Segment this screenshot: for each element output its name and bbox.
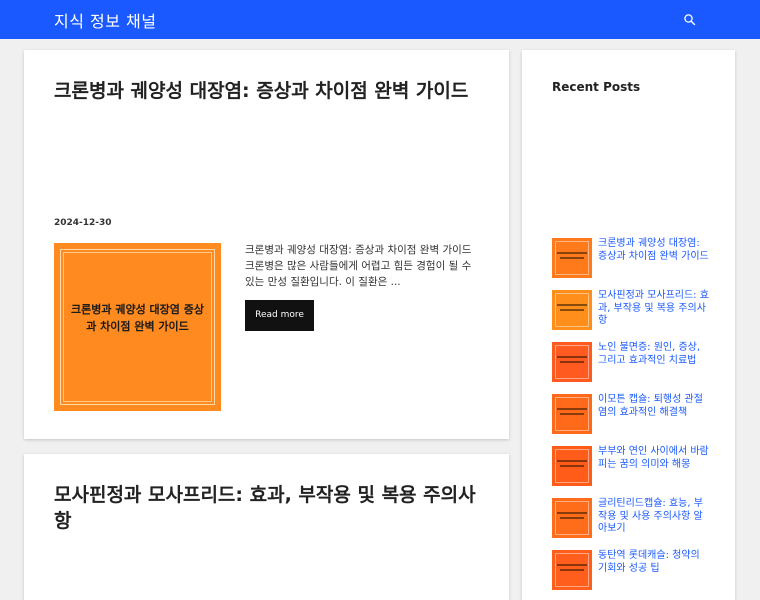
recent-post-item[interactable]: 모사핀정과 모사프리드: 효과, 부작용 및 복용 주의사항 [552,290,722,336]
recent-post-title[interactable]: 부부와 연인 사이에서 바람피는 꿈의 의미와 해몽 [598,446,710,471]
post-card: 크론병과 궤양성 대장염: 증상과 차이점 완벽 가이드 2024-12-30 … [24,50,509,439]
site-header: 지식 정보 채널 [0,0,760,39]
recent-post-item[interactable]: 이모튼 캡슐: 퇴행성 관절염의 효과적인 해결책 [552,394,722,440]
post-card: 모사핀정과 모사프리드: 효과, 부작용 및 복용 주의사항 [24,454,509,600]
sidebar: Recent Posts 크론병과 궤양성 대장염: 증상과 차이점 완벽 가이… [522,50,735,600]
search-icon[interactable] [683,12,697,26]
recent-post-thumbnail[interactable] [552,238,592,278]
recent-post-title[interactable]: 노인 불면증: 원인, 증상, 그리고 효과적인 치료법 [598,342,710,367]
post-title[interactable]: 모사핀정과 모사프리드: 효과, 부작용 및 복용 주의사항 [54,482,484,534]
recent-post-thumbnail[interactable] [552,342,592,382]
recent-post-item[interactable]: 동탄역 롯데캐슬: 청약의 기회와 성공 팁 [552,550,722,596]
thumbnail-text: 크론병과 궤양성 대장염 증상과 차이점 완벽 가이드 [71,303,204,333]
recent-post-title[interactable]: 모사핀정과 모사프리드: 효과, 부작용 및 복용 주의사항 [598,290,710,328]
recent-post-item[interactable]: 노인 불면증: 원인, 증상, 그리고 효과적인 치료법 [552,342,722,388]
recent-post-item[interactable]: 글리틴리드캡슐: 효능, 부작용 및 사용 주의사항 알아보기 [552,498,722,544]
recent-posts-heading: Recent Posts [552,80,641,94]
read-more-button[interactable]: Read more [245,300,314,331]
post-thumbnail[interactable]: 크론병과 궤양성 대장염 증상과 차이점 완벽 가이드 [54,243,221,411]
recent-post-thumbnail[interactable] [552,394,592,434]
recent-post-item[interactable]: 부부와 연인 사이에서 바람피는 꿈의 의미와 해몽 [552,446,722,492]
recent-post-thumbnail[interactable] [552,498,592,538]
recent-post-title[interactable]: 이모튼 캡슐: 퇴행성 관절염의 효과적인 해결책 [598,394,710,419]
recent-post-thumbnail[interactable] [552,290,592,330]
recent-post-title[interactable]: 크론병과 궤양성 대장염: 증상과 차이점 완벽 가이드 [598,238,710,263]
post-title[interactable]: 크론병과 궤양성 대장염: 증상과 차이점 완벽 가이드 [54,78,484,104]
recent-post-thumbnail[interactable] [552,446,592,486]
recent-post-title[interactable]: 글리틴리드캡슐: 효능, 부작용 및 사용 주의사항 알아보기 [598,498,710,536]
recent-post-title[interactable]: 동탄역 롯데캐슬: 청약의 기회와 성공 팁 [598,550,710,575]
site-title[interactable]: 지식 정보 채널 [54,8,157,32]
recent-post-thumbnail[interactable] [552,550,592,590]
post-date: 2024-12-30 [54,218,112,228]
post-excerpt: 크론병과 궤양성 대장염: 증상과 차이점 완벽 가이드 크론병은 많은 사람들… [245,244,472,288]
recent-post-item[interactable]: 크론병과 궤양성 대장염: 증상과 차이점 완벽 가이드 [552,238,722,284]
